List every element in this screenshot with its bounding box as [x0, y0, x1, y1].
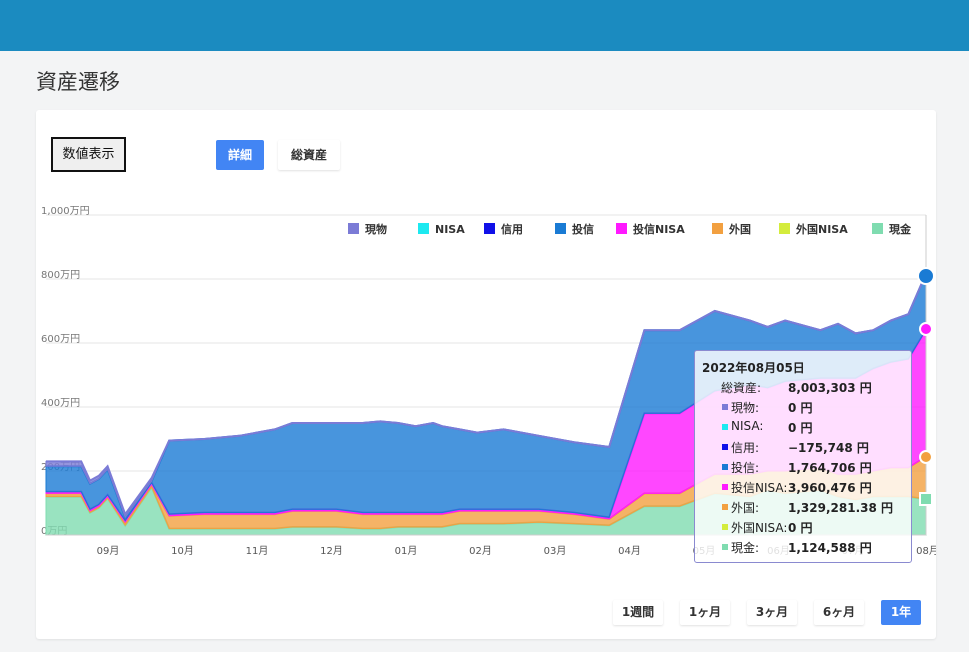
tooltip-row: NISA: 0 円	[705, 419, 910, 437]
tooltip-label: 外国:	[731, 501, 760, 515]
tooltip-row: 投信NISA: 3,960,476 円	[705, 479, 910, 497]
tooltip-label: 外国NISA:	[731, 521, 788, 535]
tooltip-value: 1,329,281.38 円	[788, 501, 894, 515]
legend-swatch	[616, 223, 627, 234]
x-tick-label: 09月	[97, 545, 120, 557]
chart-card: 数値表示 詳細 総資産 0万円200万円400万円600万円800万円1,000…	[36, 110, 936, 639]
x-tick-label: 03月	[544, 545, 567, 557]
tooltip-value: 0 円	[788, 401, 813, 415]
y-tick-label: 800万円	[41, 270, 80, 281]
tooltip-row: 総資産: 8,003,303 円	[705, 379, 910, 397]
tooltip-value: 3,960,476 円	[788, 481, 872, 495]
y-tick-label: 600万円	[41, 334, 80, 345]
range-3month-button[interactable]: 3ヶ月	[747, 600, 797, 625]
x-tick-label: 11月	[246, 545, 269, 557]
tooltip-label: 投信NISA:	[731, 481, 788, 495]
x-tick-label: 01月	[395, 545, 418, 557]
tooltip-date: 2022年08月05日	[702, 361, 805, 375]
legend-label-信用: 信用	[501, 222, 523, 236]
legend-swatch	[418, 223, 429, 234]
tooltip-value: 0 円	[788, 421, 813, 435]
x-tick-label: 10月	[171, 545, 194, 557]
tooltip-row: 外国: 1,329,281.38 円	[705, 499, 910, 517]
legend-label-現物: 現物	[365, 222, 387, 236]
tooltip-label: 信用:	[731, 441, 760, 455]
x-tick-label: 12月	[320, 545, 343, 557]
marker-foreign	[919, 450, 933, 464]
marker-total	[917, 267, 935, 285]
tooltip-value: 8,003,303 円	[788, 381, 872, 395]
range-1year-button[interactable]: 1年	[881, 600, 921, 625]
tooltip-value: −175,748 円	[788, 441, 869, 455]
legend-swatch	[712, 223, 723, 234]
range-1month-button[interactable]: 1ヶ月	[680, 600, 730, 625]
tooltip-label: 現金:	[731, 541, 760, 555]
legend-swatch	[484, 223, 495, 234]
y-tick-label: 1,000万円	[41, 206, 90, 217]
legend-swatch	[779, 223, 790, 234]
legend-label-現金: 現金	[889, 222, 912, 236]
x-tick-label: 08月	[916, 545, 936, 557]
tooltip-label: 現物:	[731, 401, 760, 415]
x-tick-label: 04月	[618, 545, 641, 557]
tooltip-label: NISA:	[731, 419, 764, 433]
tooltip-row: 外国NISA: 0 円	[705, 519, 910, 537]
tooltip-value: 1,124,588 円	[788, 541, 872, 555]
range-6month-button[interactable]: 6ヶ月	[814, 600, 864, 625]
legend-label-投信NISA: 投信NISA	[633, 222, 685, 236]
tooltip-label: 投信:	[731, 461, 760, 475]
marker-cash	[919, 492, 933, 506]
tooltip-value: 0 円	[788, 521, 813, 535]
tooltip-row: 現金: 1,124,588 円	[705, 539, 910, 557]
legend-label-外国: 外国	[728, 222, 751, 236]
range-1week-button[interactable]: 1週間	[613, 600, 663, 625]
tooltip-row: 信用: −175,748 円	[705, 439, 910, 457]
x-tick-label: 02月	[469, 545, 492, 557]
tooltip-label: 総資産:	[721, 381, 762, 395]
tooltip-row: 現物: 0 円	[705, 399, 910, 417]
legend-swatch	[872, 223, 883, 234]
legend-label-NISA: NISA	[435, 223, 465, 236]
legend-label-投信: 投信	[572, 222, 594, 236]
legend-swatch	[555, 223, 566, 234]
legend-label-外国NISA: 外国NISA	[795, 222, 848, 236]
tooltip-row: 投信: 1,764,706 円	[705, 459, 910, 477]
marker-toshin-nisa	[919, 322, 933, 336]
tooltip-value: 1,764,706 円	[788, 461, 872, 475]
legend-swatch	[348, 223, 359, 234]
y-tick-label: 400万円	[41, 398, 80, 409]
top-header-bar	[0, 0, 969, 51]
page-title: 資産遷移	[36, 70, 120, 94]
chart-tooltip: 2022年08月05日 総資産: 8,003,303 円現物: 0 円 NISA: 0 …	[694, 350, 912, 563]
